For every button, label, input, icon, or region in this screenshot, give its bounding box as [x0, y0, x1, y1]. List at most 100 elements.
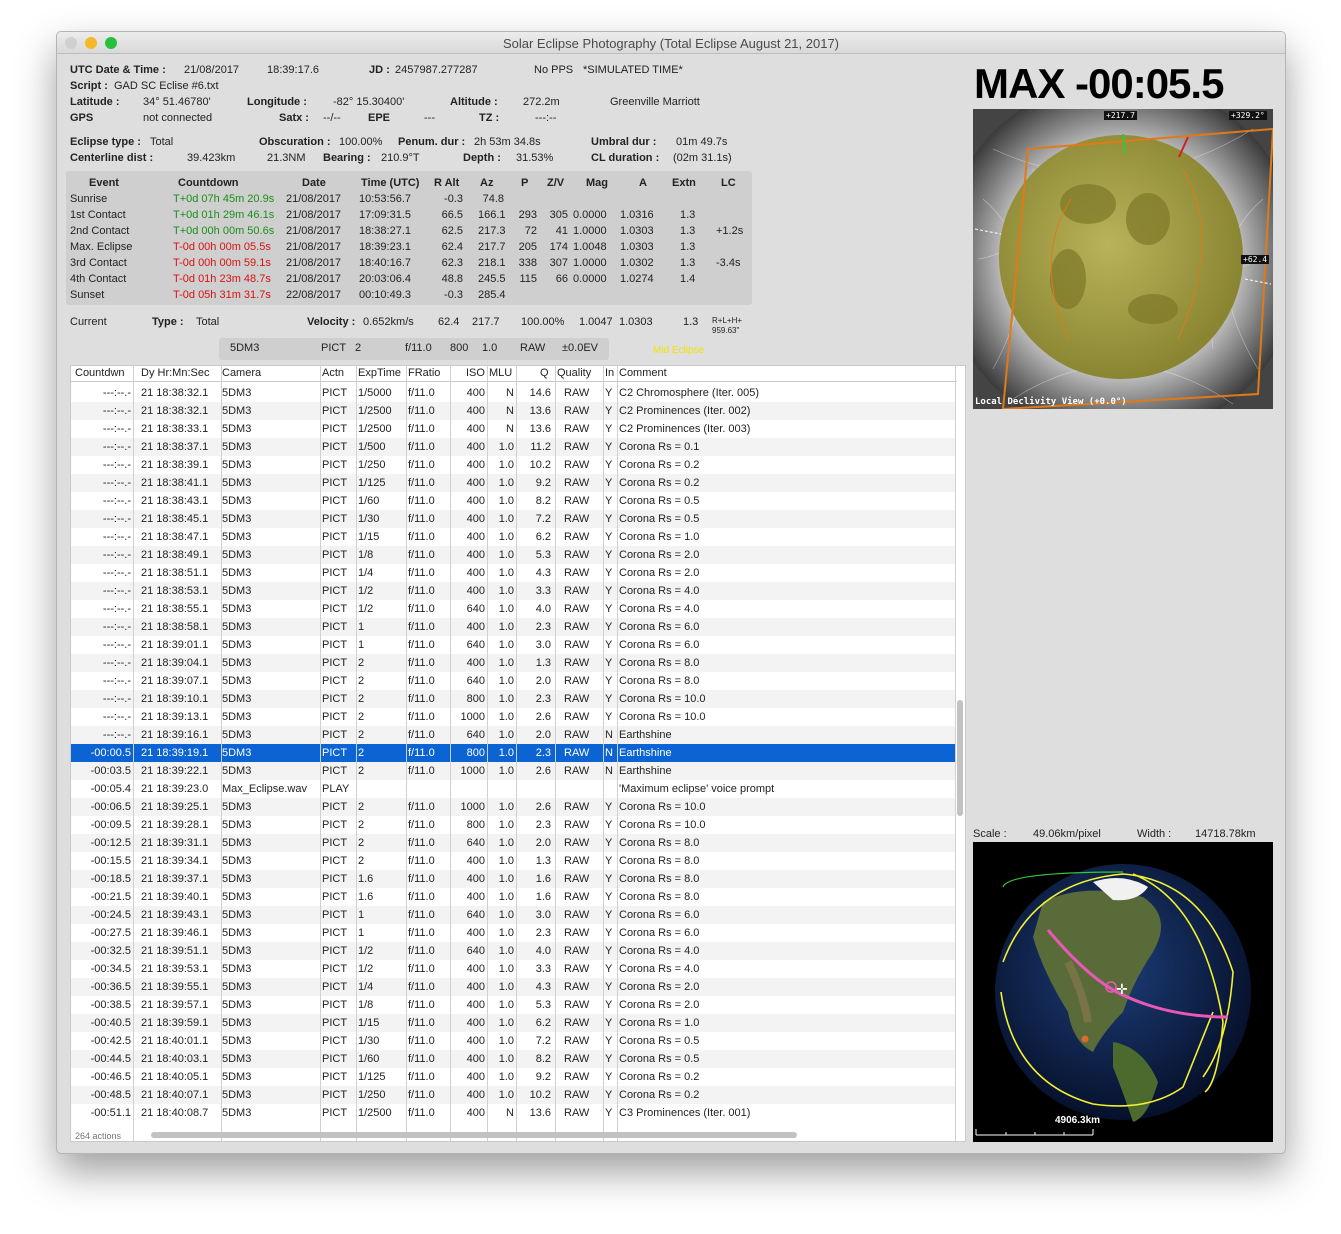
cell-mlu: 1.0 — [498, 765, 514, 777]
table-row[interactable]: ---:--.- 21 18:38:33.1 5DM3 PICT 1/2500 f/11.… — [71, 420, 955, 438]
cell-exptime: 1 — [358, 621, 365, 633]
col-action[interactable]: Actn — [322, 367, 344, 379]
table-row[interactable]: -00:32.5 21 18:39:51.1 5DM3 PICT 1/2 f/11.0 64… — [71, 942, 955, 960]
table-row[interactable]: ---:--.- 21 18:38:32.1 5DM3 PICT 1/2500 f/11.… — [71, 402, 955, 420]
cell-exptime: 1 — [358, 927, 365, 939]
table-row[interactable]: -00:34.5 21 18:39:53.1 5DM3 PICT 1/2 f/11.0 40… — [71, 960, 955, 978]
table-row[interactable]: ---:--.- 21 18:38:53.1 5DM3 PICT 1/2 f/11.0 40… — [71, 582, 955, 600]
scale-value: 49.06km/pixel — [1033, 828, 1101, 840]
cell-in: Y — [605, 477, 613, 489]
cell-mlu: 1.0 — [498, 1071, 514, 1083]
event-name: 1st Contact — [70, 209, 126, 221]
cell-fratio: f/11.0 — [408, 603, 435, 615]
event-extn: 1.3 — [680, 225, 696, 237]
cell-action: PICT — [322, 621, 348, 633]
cell-quality: RAW — [564, 603, 590, 615]
table-row[interactable]: ---:--.- 21 18:38:51.1 5DM3 PICT 1/4 f/11.0 40… — [71, 564, 955, 582]
cell-fratio: f/11.0 — [408, 1053, 435, 1065]
table-row[interactable]: ---:--.- 21 18:38:37.1 5DM3 PICT 1/500 f/11.0… — [71, 438, 955, 456]
table-row[interactable]: ---:--.- 21 18:38:58.1 5DM3 PICT 1 f/11.0 400 1… — [71, 618, 955, 636]
table-row[interactable]: -00:40.5 21 18:39:59.1 5DM3 PICT 1/15 f/11.0 4… — [71, 1014, 955, 1032]
table-row[interactable]: -00:09.5 21 18:39:28.1 5DM3 PICT 2 f/11.0 800 1… — [71, 816, 955, 834]
table-row[interactable]: -00:38.5 21 18:39:57.1 5DM3 PICT 1/8 f/11.0 40… — [71, 996, 955, 1014]
cell-camera: 5DM3 — [222, 531, 252, 543]
cell-action: PICT — [322, 441, 348, 453]
table-row[interactable]: ---:--.- 21 18:39:01.1 5DM3 PICT 1 f/11.0 640 1… — [71, 636, 955, 654]
globe-map[interactable]: ✛ 4906.3km — [973, 842, 1273, 1142]
table-row[interactable]: ---:--.- 21 18:38:55.1 5DM3 PICT 1/2 f/11.0 64… — [71, 600, 955, 618]
cell-fratio: f/11.0 — [408, 1017, 435, 1029]
cell-exptime: 1/8 — [358, 549, 374, 561]
col-q[interactable]: Q — [540, 367, 549, 379]
table-row[interactable]: -00:05.4 21 18:39:23.0 Max_Eclipse.wav PLAY… — [71, 780, 955, 798]
col-quality[interactable]: Quality — [557, 367, 591, 379]
table-row[interactable]: -00:15.5 21 18:39:34.1 5DM3 PICT 2 f/11.0 400 1… — [71, 852, 955, 870]
col-in[interactable]: In — [605, 367, 614, 379]
table-row[interactable]: ---:--.- 21 18:39:16.1 5DM3 PICT 2 f/11.0 640 1… — [71, 726, 955, 744]
actions-table[interactable]: ---:--.- 21 18:38:32.1 5DM3 PICT 1/5000 f/11.… — [70, 365, 966, 1142]
cell-time: 21 18:39:07.1 — [141, 675, 209, 687]
col-fratio[interactable]: FRatio — [408, 367, 440, 379]
col-comment[interactable]: Comment — [619, 367, 667, 379]
event-time: 10:53:56.7 — [359, 193, 411, 205]
table-row[interactable]: -00:03.5 21 18:39:22.1 5DM3 PICT 2 f/11.0 1000… — [71, 762, 955, 780]
table-row[interactable]: -00:36.5 21 18:39:55.1 5DM3 PICT 1/4 f/11.0 40… — [71, 978, 955, 996]
table-row[interactable]: ---:--.- 21 18:39:07.1 5DM3 PICT 2 f/11.0 640 1… — [71, 672, 955, 690]
table-row[interactable]: ---:--.- 21 18:38:49.1 5DM3 PICT 1/8 f/11.0 40… — [71, 546, 955, 564]
table-row[interactable]: -00:51.1 21 18:40:08.7 5DM3 PICT 1/2500 f/11.… — [71, 1104, 955, 1122]
col-exptime[interactable]: ExpTime — [358, 367, 401, 379]
altitude-label: Altitude : — [450, 96, 498, 108]
table-row[interactable]: -00:46.5 21 18:40:05.1 5DM3 PICT 1/125 f/11.0… — [71, 1068, 955, 1086]
table-row[interactable]: -00:21.5 21 18:39:40.1 5DM3 PICT 1.6 f/11.0 40… — [71, 888, 955, 906]
table-row[interactable]: ---:--.- 21 18:38:47.1 5DM3 PICT 1/15 f/11.0 4… — [71, 528, 955, 546]
cell-q: 2.6 — [535, 765, 551, 777]
col-time[interactable]: Dy Hr:Mn:Sec — [141, 367, 209, 379]
event-p: 338 — [518, 257, 537, 269]
table-row[interactable]: ---:--.- 21 18:39:13.1 5DM3 PICT 2 f/11.0 1000… — [71, 708, 955, 726]
col-countdown[interactable]: Countdwn — [75, 367, 125, 379]
cell-countdown: ---:--.- — [102, 441, 131, 453]
cell-in: Y — [605, 981, 613, 993]
event-az: 217.7 — [478, 241, 506, 253]
table-row[interactable]: ---:--.- 21 18:39:10.1 5DM3 PICT 2 f/11.0 800 1… — [71, 690, 955, 708]
script-name: GAD SC Eclise #6.txt — [114, 80, 219, 92]
table-row[interactable]: ---:--.- 21 18:38:39.1 5DM3 PICT 1/250 f/11.0… — [71, 456, 955, 474]
table-row[interactable]: -00:27.5 21 18:39:46.1 5DM3 PICT 1 f/11.0 400 1… — [71, 924, 955, 942]
cell-quality: RAW — [564, 873, 590, 885]
cell-countdown: -00:09.5 — [90, 819, 131, 831]
vertical-scrollbar[interactable] — [957, 700, 963, 816]
table-row[interactable]: -00:24.5 21 18:39:43.1 5DM3 PICT 1 f/11.0 640 1… — [71, 906, 955, 924]
table-row[interactable]: -00:42.5 21 18:40:01.1 5DM3 PICT 1/30 f/11.0 4… — [71, 1032, 955, 1050]
cell-exptime: 1/250 — [358, 1089, 386, 1101]
table-row[interactable]: ---:--.- 21 18:38:32.1 5DM3 PICT 1/5000 f/11.… — [71, 384, 955, 402]
cell-q: 10.2 — [529, 1089, 551, 1101]
sun-view: +217.7 +329.2° +62.4 Local Declivity Vie… — [973, 109, 1273, 409]
table-row[interactable]: -00:44.5 21 18:40:03.1 5DM3 PICT 1/60 f/11.0 4… — [71, 1050, 955, 1068]
col-mlu[interactable]: MLU — [489, 367, 512, 379]
table-row[interactable]: -00:00.5 21 18:39:19.1 5DM3 PICT 2 f/11.0 800 1… — [71, 744, 955, 762]
table-row[interactable]: ---:--.- 21 18:39:04.1 5DM3 PICT 2 f/11.0 400 1… — [71, 654, 955, 672]
cell-q: 1.3 — [535, 657, 551, 669]
table-row[interactable]: -00:48.5 21 18:40:07.1 5DM3 PICT 1/250 f/11.0… — [71, 1086, 955, 1104]
table-row[interactable]: -00:18.5 21 18:39:37.1 5DM3 PICT 1.6 f/11.0 40… — [71, 870, 955, 888]
col-camera[interactable]: Camera — [222, 367, 261, 379]
cell-q: 1.6 — [535, 891, 551, 903]
pict-ev: ±0.0EV — [562, 342, 599, 354]
cell-fratio: f/11.0 — [408, 513, 435, 525]
table-row[interactable]: ---:--.- 21 18:38:45.1 5DM3 PICT 1/30 f/11.0 4… — [71, 510, 955, 528]
table-row[interactable]: -00:06.5 21 18:39:25.1 5DM3 PICT 2 f/11.0 1000… — [71, 798, 955, 816]
cell-iso: 400 — [466, 387, 485, 399]
cell-action: PICT — [322, 495, 348, 507]
cell-comment: Corona Rs = 0.1 — [619, 441, 700, 453]
cell-fratio: f/11.0 — [408, 927, 435, 939]
table-row[interactable]: ---:--.- 21 18:38:43.1 5DM3 PICT 1/60 f/11.0 4… — [71, 492, 955, 510]
cell-time: 21 18:38:43.1 — [141, 495, 209, 507]
table-row[interactable]: ---:--.- 21 18:38:41.1 5DM3 PICT 1/125 f/11.0… — [71, 474, 955, 492]
cell-exptime: 2 — [358, 657, 365, 669]
table-row[interactable]: -00:12.5 21 18:39:31.1 5DM3 PICT 2 f/11.0 640 1… — [71, 834, 955, 852]
pict-mlu: 1.0 — [482, 342, 498, 354]
horizontal-scrollbar[interactable] — [151, 1132, 797, 1138]
cell-action: PICT — [322, 711, 348, 723]
cell-iso: 400 — [466, 963, 485, 975]
col-iso[interactable]: ISO — [466, 367, 485, 379]
